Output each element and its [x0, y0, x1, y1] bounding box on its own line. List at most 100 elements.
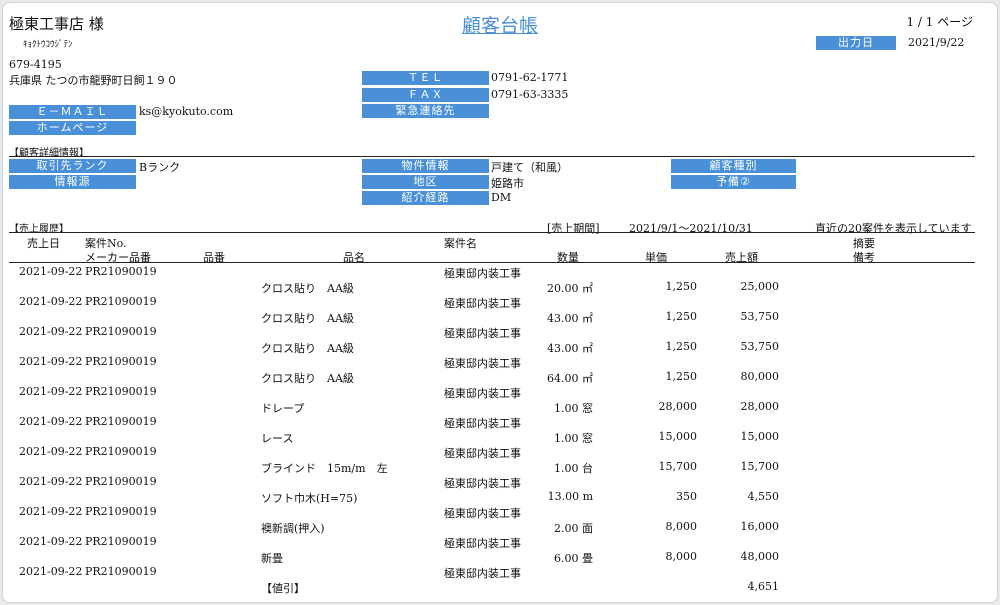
cell-amount: 4,550	[747, 490, 780, 503]
cell-product-name: 襖新調(押入)	[261, 522, 325, 535]
cell-date: 2021-09-22	[19, 445, 83, 458]
cell-case-name: 極東邸内装工事	[444, 447, 521, 460]
cell-case-no: PR21090019	[85, 475, 157, 488]
table-row: 2021-09-22 PR21090019 極東邸内装工事 ソフト巾木(H=75) 13…	[3, 475, 997, 505]
table-row: 2021-09-22 PR21090019 極東邸内装工事クロス貼り AA級 43.0…	[3, 295, 997, 325]
cell-case-name: 極東邸内装工事	[444, 387, 521, 400]
cell-product-name: クロス貼り AA級	[261, 342, 354, 355]
cell-case-no: PR21090019	[85, 565, 157, 578]
cell-product-name: ソフト巾木(H=75)	[261, 492, 358, 505]
cell-date: 2021-09-22	[19, 265, 83, 278]
email-label: Ｅ－ＭＡＩＬ	[9, 105, 136, 119]
cell-qty: 1.00 台	[554, 462, 593, 475]
property-label: 物件情報	[362, 159, 489, 173]
cell-amount: 80,000	[740, 370, 780, 383]
page-title: 顧客台帳	[461, 15, 538, 37]
sales-divider-top	[9, 232, 975, 233]
cell-unit-price: 8,000	[665, 550, 698, 563]
fax-value: 0791-63-3335	[491, 88, 569, 101]
cell-unit-price: 1,250	[665, 310, 698, 323]
cell-case-name: 極東邸内装工事	[444, 477, 521, 490]
area-label: 地区	[362, 175, 489, 189]
cell-unit-price: 15,700	[658, 460, 698, 473]
reserve-label: 予備②	[671, 175, 796, 189]
email-value: ks@kyokuto.com	[139, 105, 234, 118]
cell-product-name: クロス貼り AA級	[261, 372, 354, 385]
tel-label: ＴＥＬ	[362, 71, 489, 85]
emergency-label: 緊急連絡先	[362, 104, 489, 118]
cell-qty: 1.00 窓	[554, 432, 593, 445]
cell-date: 2021-09-22	[19, 535, 83, 548]
cell-product-name: クロス貼り AA級	[261, 282, 354, 295]
cell-qty: 64.00 ㎡	[547, 372, 593, 385]
cell-date: 2021-09-22	[19, 475, 83, 488]
cell-case-name: 極東邸内装工事	[444, 327, 521, 340]
cell-unit-price: 1,250	[665, 280, 698, 293]
table-row: 2021-09-22 PR21090019 極東邸内装工事 襖新調(押入) 2.00 面…	[3, 505, 997, 535]
col-header-date: 売上日	[27, 237, 60, 250]
cell-date: 2021-09-22	[19, 385, 83, 398]
cell-amount: 28,000	[740, 400, 780, 413]
details-divider	[9, 156, 975, 157]
area-value: 姫路市	[491, 177, 524, 190]
homepage-label: ホームページ	[9, 121, 136, 135]
source-label: 情報源	[9, 175, 136, 189]
cell-case-name: 極東邸内装工事	[444, 417, 521, 430]
cell-qty: 43.00 ㎡	[547, 312, 593, 325]
cell-product-name: ドレープ	[261, 402, 305, 415]
cell-product-name: クロス貼り AA級	[261, 312, 354, 325]
table-row: 2021-09-22 PR21090019 極東邸内装工事 ブラインド 15m/m 左…	[3, 445, 997, 475]
cell-unit-price: 1,250	[665, 340, 698, 353]
output-date: 2021/9/22	[908, 36, 965, 49]
output-date-label: 出力日	[816, 36, 896, 50]
rank-value: Bランク	[139, 161, 181, 174]
cell-unit-price: 15,000	[658, 430, 698, 443]
cell-case-no: PR21090019	[85, 295, 157, 308]
cell-case-name: 極東邸内装工事	[444, 267, 521, 280]
cell-unit-price: 350	[676, 490, 697, 503]
table-row: 2021-09-22 PR21090019 極東邸内装工事 クロス貼り AA級 64.0…	[3, 355, 997, 385]
postal-code: 679-4195	[9, 58, 62, 71]
cell-amount: 25,000	[740, 280, 780, 293]
cell-case-name: 極東邸内装工事	[444, 297, 521, 310]
cell-date: 2021-09-22	[19, 295, 83, 308]
cell-date: 2021-09-22	[19, 325, 83, 338]
cell-qty: 2.00 面	[554, 522, 593, 535]
cell-case-no: PR21090019	[85, 415, 157, 428]
cell-case-no: PR21090019	[85, 385, 157, 398]
cell-product-name: 新畳	[261, 552, 283, 565]
sales-note: 直近の20案件を表示しています	[815, 222, 972, 235]
tel-value: 0791-62-1771	[491, 71, 569, 84]
cell-product-name: 【値引】	[261, 582, 305, 595]
cell-case-no: PR21090019	[85, 535, 157, 548]
table-row: 2021-09-22 PR21090019 極東邸内装工事 クロス貼り AA級 20.0…	[3, 265, 997, 295]
cell-date: 2021-09-22	[19, 355, 83, 368]
cell-case-name: 極東邸内装工事	[444, 567, 521, 580]
table-row: 2021-09-22 PR21090019 極東邸内装工事 新畳 6.00 畳 8,000…	[3, 535, 997, 565]
table-row: 2021-09-22 PR21090019 極東邸内装工事 レース 1.00 窓 15,0…	[3, 415, 997, 445]
cell-case-no: PR21090019	[85, 505, 157, 518]
col-header-case-name: 案件名	[444, 237, 477, 250]
customer-kana: ｷｮｸﾄｳｺｳｼﾞﾃﾝ	[23, 40, 73, 50]
cell-amount: 4,651	[747, 580, 780, 593]
table-row: 2021-09-22 PR21090019 極東邸内装工事 クロス貼り AA級 43.0…	[3, 325, 997, 355]
cell-date: 2021-09-22	[19, 565, 83, 578]
cell-unit-price: 8,000	[665, 520, 698, 533]
sales-period: 2021/9/1～2021/10/31	[629, 222, 753, 235]
cell-amount: 53,750	[740, 310, 780, 323]
cell-unit-price: 28,000	[658, 400, 698, 413]
cell-date: 2021-09-22	[19, 415, 83, 428]
ledger-sheet: 極東工事店 様 ｷｮｸﾄｳｺｳｼﾞﾃﾝ 顧客台帳 1 / 1 ページ 出力日 2…	[2, 2, 998, 603]
cell-case-name: 極東邸内装工事	[444, 537, 521, 550]
cell-qty: 20.00 ㎡	[547, 282, 593, 295]
cell-amount: 53,750	[740, 340, 780, 353]
cell-unit-price: 1,250	[665, 370, 698, 383]
referral-label: 紹介経路	[362, 191, 489, 205]
cell-qty: 1.00 窓	[554, 402, 593, 415]
table-row: 2021-09-22 PR21090019 極東邸内装工事【値引】 4,651	[3, 565, 997, 595]
cell-amount: 15,000	[740, 430, 780, 443]
cell-case-no: PR21090019	[85, 445, 157, 458]
cell-qty: 43.00 ㎡	[547, 342, 593, 355]
address: 兵庫県 たつの市龍野町日飼１９０	[9, 74, 178, 87]
sales-period-label: [売上期間]	[547, 222, 600, 235]
